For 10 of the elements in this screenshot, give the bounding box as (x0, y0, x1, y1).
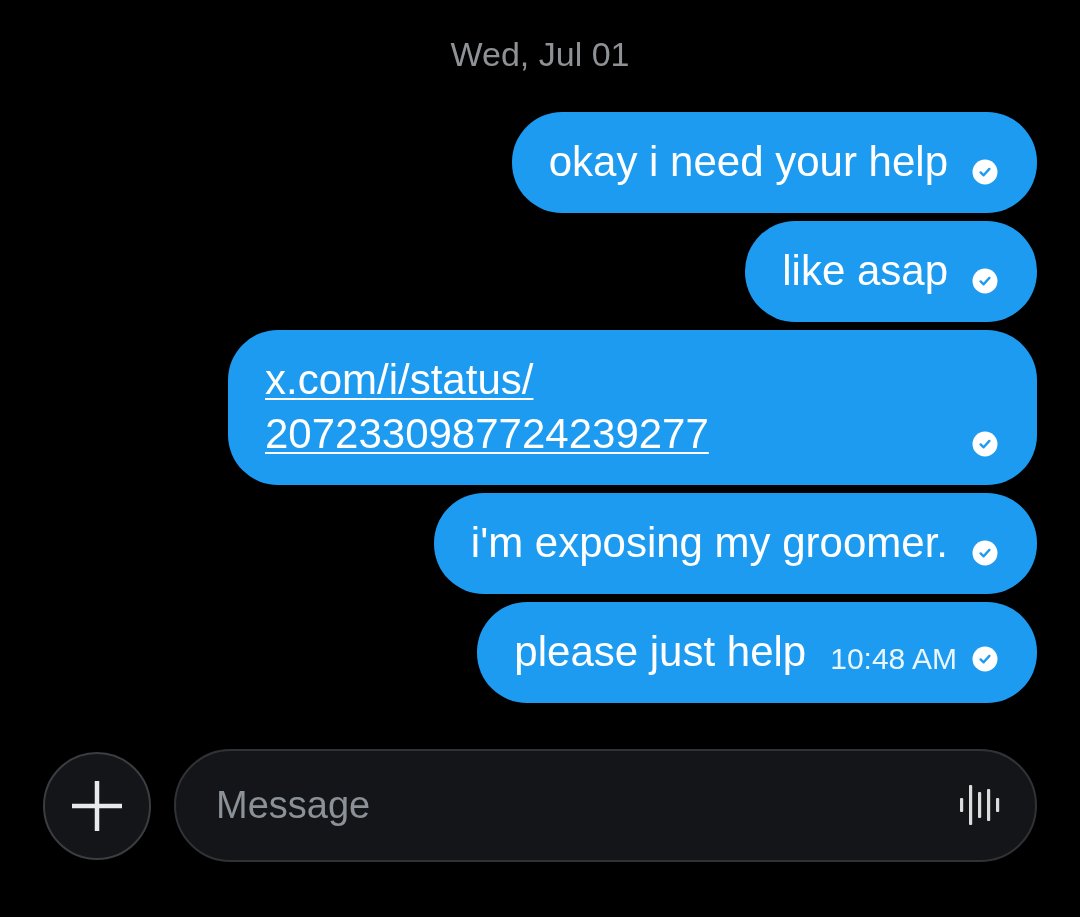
message-text: please just help (514, 627, 807, 677)
plus-icon (71, 779, 123, 832)
message-text: i'm exposing my groomer. (470, 518, 948, 568)
message-text: like asap (782, 246, 948, 296)
message-link[interactable]: x.com/i/status/2072330987724239277 (265, 353, 948, 461)
date-label: Wed, Jul 01 (450, 34, 630, 74)
message-text: okay i need your help (548, 137, 948, 187)
message-field[interactable]: Message (174, 749, 1037, 862)
waveform-icon[interactable] (960, 785, 1000, 825)
message-time: 10:48 AM (830, 643, 957, 675)
